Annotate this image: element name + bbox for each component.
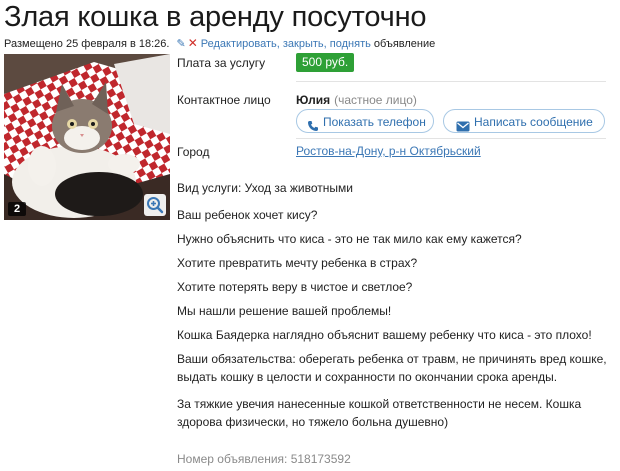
contact-person: Юлия (частное лицо)	[296, 93, 417, 107]
pencil-icon[interactable]: ✎	[177, 38, 186, 50]
ad-tools: ✎ ✕ Редактировать, закрыть, поднять объявл…	[177, 36, 436, 50]
contact-name: Юлия	[296, 93, 331, 107]
contact-kind: (частное лицо)	[334, 93, 417, 107]
show-phone-label: Показать телефон	[323, 115, 426, 129]
divider	[296, 138, 606, 139]
description-line: Ваши обязательства: оберегать ребенка от…	[177, 352, 607, 366]
send-message-label: Написать сообщение	[474, 115, 593, 129]
photo-count-badge: 2	[8, 202, 26, 216]
description-line: Кошка Баядерка наглядно объяснит вашему …	[177, 328, 592, 342]
close-ad-link[interactable]: закрыть,	[283, 38, 327, 50]
description-line: За тяжкие увечия нанесенные кошкой ответ…	[177, 397, 582, 411]
description-line: Мы нашли решение вашей проблемы!	[177, 304, 392, 318]
send-message-button[interactable]: Написать сообщение	[443, 109, 605, 133]
description-line: Хотите потерять веру в чистое и светлое?	[177, 280, 413, 294]
posted-date: Размещено 25 февраля в 18:26.	[4, 38, 170, 50]
description-line: Нужно объяснить что киса - это не так ми…	[177, 232, 522, 246]
meta-suffix: объявление	[373, 38, 436, 50]
close-icon[interactable]: ✕	[188, 36, 198, 50]
city-link[interactable]: Ростов-на-Дону, р-н Октябрьский	[296, 144, 481, 158]
ad-photo[interactable]: 2	[4, 54, 170, 220]
magnifier-plus-icon	[147, 197, 164, 214]
description-line: Ваш ребенок хочет кису?	[177, 208, 318, 222]
ad-number: Номер объявления: 518173592	[177, 452, 351, 466]
description-line: выдать кошку в целости и сохранности по …	[177, 370, 558, 384]
divider	[296, 81, 606, 82]
description-line: Вид услуги: Уход за животными	[177, 181, 353, 195]
description-line: здорова физически, но тяжело больна душе…	[177, 415, 449, 429]
price-badge: 500 руб.	[296, 53, 355, 72]
description-line: Хотите превратить мечту ребенка в страх?	[177, 256, 418, 270]
edit-link[interactable]: Редактировать,	[201, 38, 280, 50]
phone-icon	[307, 116, 319, 140]
zoom-icon[interactable]	[144, 194, 166, 216]
show-phone-button[interactable]: Показать телефон	[296, 109, 434, 133]
contact-label: Контактное лицо	[177, 93, 271, 107]
bump-ad-link[interactable]: поднять	[330, 38, 371, 50]
envelope-icon	[456, 116, 470, 140]
page-title: Злая кошка в аренду посуточно	[4, 1, 427, 33]
city-label: Город	[177, 145, 210, 159]
price-label: Плата за услугу	[177, 56, 266, 70]
ad-meta: Размещено 25 февраля в 18:26. ✎ ✕ Редактир…	[4, 36, 435, 50]
